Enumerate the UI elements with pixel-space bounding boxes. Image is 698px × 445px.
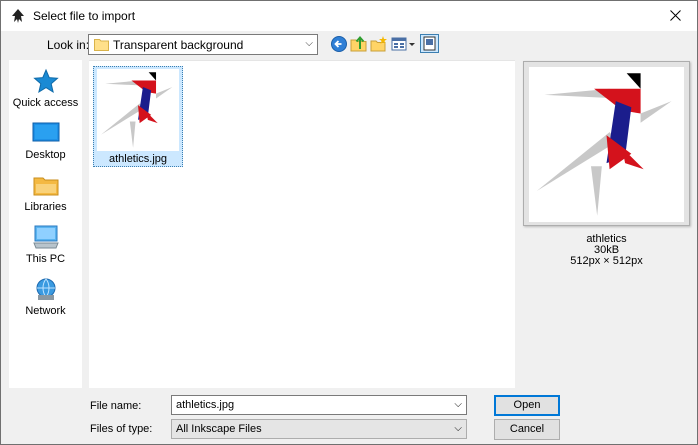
chevron-down-icon: ⌵ [305, 38, 313, 49]
star-icon [32, 68, 59, 94]
look-in-value: Transparent background [113, 38, 244, 52]
file-list[interactable]: athletics.jpg [89, 60, 515, 388]
files-of-type-label: Files of type: [90, 423, 153, 435]
view-menu-icon[interactable] [391, 35, 417, 53]
chevron-down-icon: ⌵ [454, 423, 462, 434]
file-name-combobox[interactable]: ⌵ [171, 395, 467, 415]
open-button[interactable]: Open [494, 395, 560, 416]
folder-icon [94, 39, 109, 51]
preview-frame [523, 61, 690, 226]
file-thumbnail [97, 69, 179, 151]
preview-image [529, 67, 684, 222]
back-icon[interactable] [330, 35, 348, 53]
close-icon [669, 10, 681, 21]
inkscape-app-icon [12, 9, 24, 23]
files-of-type-dropdown[interactable]: All Inkscape Files ⌵ [171, 419, 467, 439]
athlete-thumbnail-image [101, 72, 173, 148]
look-in-label: Look in: [47, 38, 90, 52]
file-name-label: File name: [90, 400, 142, 412]
desktop-icon [32, 122, 59, 142]
cancel-button[interactable]: Cancel [494, 419, 560, 440]
place-label: Quick access [12, 97, 79, 109]
new-folder-icon[interactable] [370, 35, 388, 53]
window-title: Select file to import [33, 9, 136, 23]
place-network[interactable]: Network [9, 276, 82, 317]
preview-dimensions: 512px × 512px [570, 255, 643, 267]
file-name-input[interactable] [176, 399, 446, 411]
computer-icon [32, 225, 59, 249]
place-libraries[interactable]: Libraries [9, 172, 82, 213]
place-label: Desktop [25, 149, 66, 161]
place-this-pc[interactable]: This PC [9, 224, 82, 265]
chevron-down-icon[interactable]: ⌵ [454, 399, 462, 410]
preview-toggle-icon[interactable] [420, 34, 439, 53]
file-item-athletics[interactable]: athletics.jpg [93, 66, 183, 167]
close-button[interactable] [653, 1, 697, 30]
title-bar: Select file to import [1, 1, 697, 31]
look-in-dropdown[interactable]: Transparent background ⌵ [88, 34, 318, 55]
file-import-dialog: Select file to import Look in: Transpare… [0, 0, 698, 445]
up-folder-icon[interactable] [350, 35, 368, 53]
place-label: This PC [25, 253, 66, 265]
files-of-type-value: All Inkscape Files [176, 423, 262, 435]
place-label: Libraries [24, 201, 67, 213]
places-bar: Quick access Desktop Libraries This PC N… [9, 60, 82, 388]
file-name-label: athletics.jpg [108, 153, 168, 165]
athlete-preview-image [536, 73, 672, 216]
place-quick-access[interactable]: Quick access [9, 68, 82, 109]
place-desktop[interactable]: Desktop [9, 120, 82, 161]
place-label: Network [25, 305, 66, 317]
libraries-icon [33, 177, 58, 196]
network-icon [36, 278, 55, 300]
preview-info: athletics 30kB 512px × 512px [523, 234, 690, 267]
